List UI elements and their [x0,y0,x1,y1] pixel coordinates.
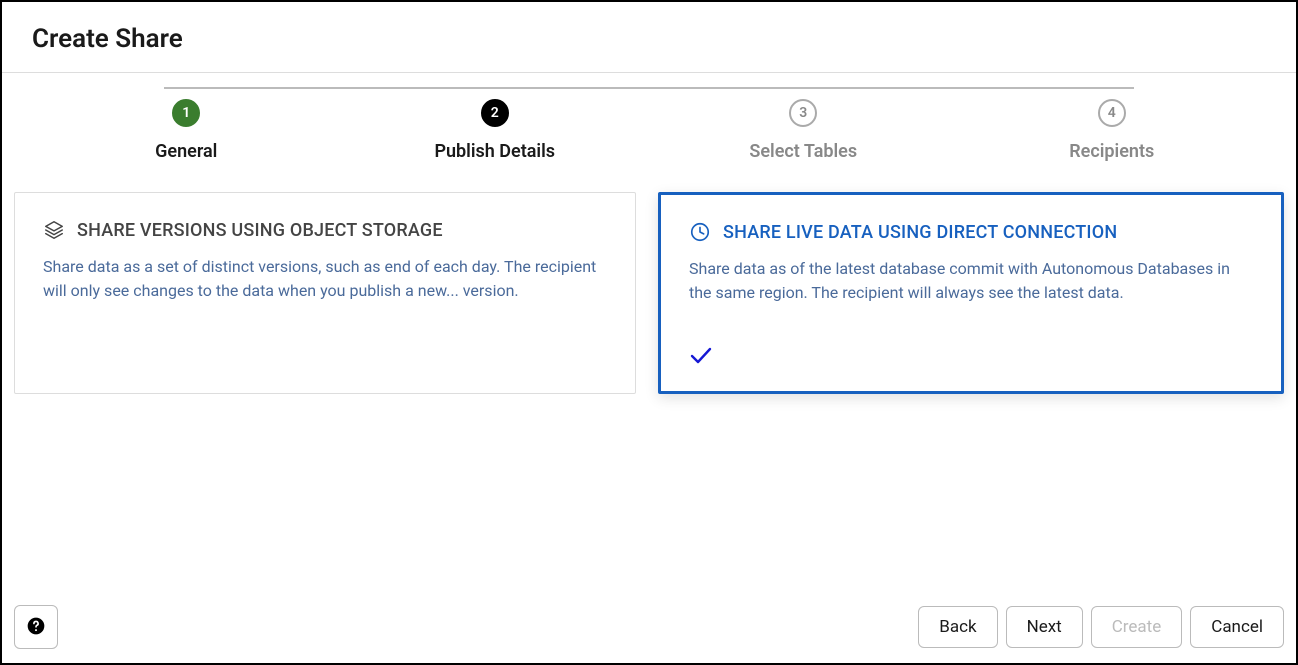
step-select-tables[interactable]: 3 Select Tables [649,99,958,162]
create-button: Create [1091,606,1183,648]
layers-icon [43,219,65,241]
step-connector-line [164,87,1135,89]
option-title: SHARE VERSIONS USING OBJECT STORAGE [77,220,443,241]
create-share-dialog: Create Share 1 General 2 Publish Details… [0,0,1298,665]
step-number: 4 [1098,99,1126,127]
step-number: 2 [481,99,509,127]
option-header: SHARE LIVE DATA USING DIRECT CONNECTION [689,221,1253,243]
step-label: Select Tables [749,141,857,162]
step-label: Publish Details [434,141,555,162]
cancel-button[interactable]: Cancel [1190,606,1284,648]
page-title: Create Share [32,24,1266,54]
option-header: SHARE VERSIONS USING OBJECT STORAGE [43,219,607,241]
step-number: 3 [789,99,817,127]
back-button[interactable]: Back [918,606,997,648]
next-button[interactable]: Next [1006,606,1083,648]
check-icon [689,345,713,369]
dialog-header: Create Share [2,2,1296,72]
option-description: Share data as a set of distinct versions… [43,255,607,303]
step-label: Recipients [1069,141,1154,162]
step-recipients[interactable]: 4 Recipients [958,99,1267,162]
help-icon [26,616,46,639]
clock-icon [689,221,711,243]
step-general[interactable]: 1 General [32,99,341,162]
option-title: SHARE LIVE DATA USING DIRECT CONNECTION [723,222,1117,243]
step-label: General [155,141,217,162]
footer-button-group: Back Next Create Cancel [918,606,1284,648]
option-direct-connection[interactable]: SHARE LIVE DATA USING DIRECT CONNECTION … [658,192,1284,394]
option-description: Share data as of the latest database com… [689,257,1253,305]
wizard-stepper: 1 General 2 Publish Details 3 Select Tab… [2,73,1296,192]
dialog-footer: Back Next Create Cancel [2,591,1296,663]
step-number: 1 [172,99,200,127]
step-publish-details[interactable]: 2 Publish Details [341,99,650,162]
help-button[interactable] [14,605,58,649]
share-type-options: SHARE VERSIONS USING OBJECT STORAGE Shar… [2,192,1296,394]
option-object-storage[interactable]: SHARE VERSIONS USING OBJECT STORAGE Shar… [14,192,636,394]
